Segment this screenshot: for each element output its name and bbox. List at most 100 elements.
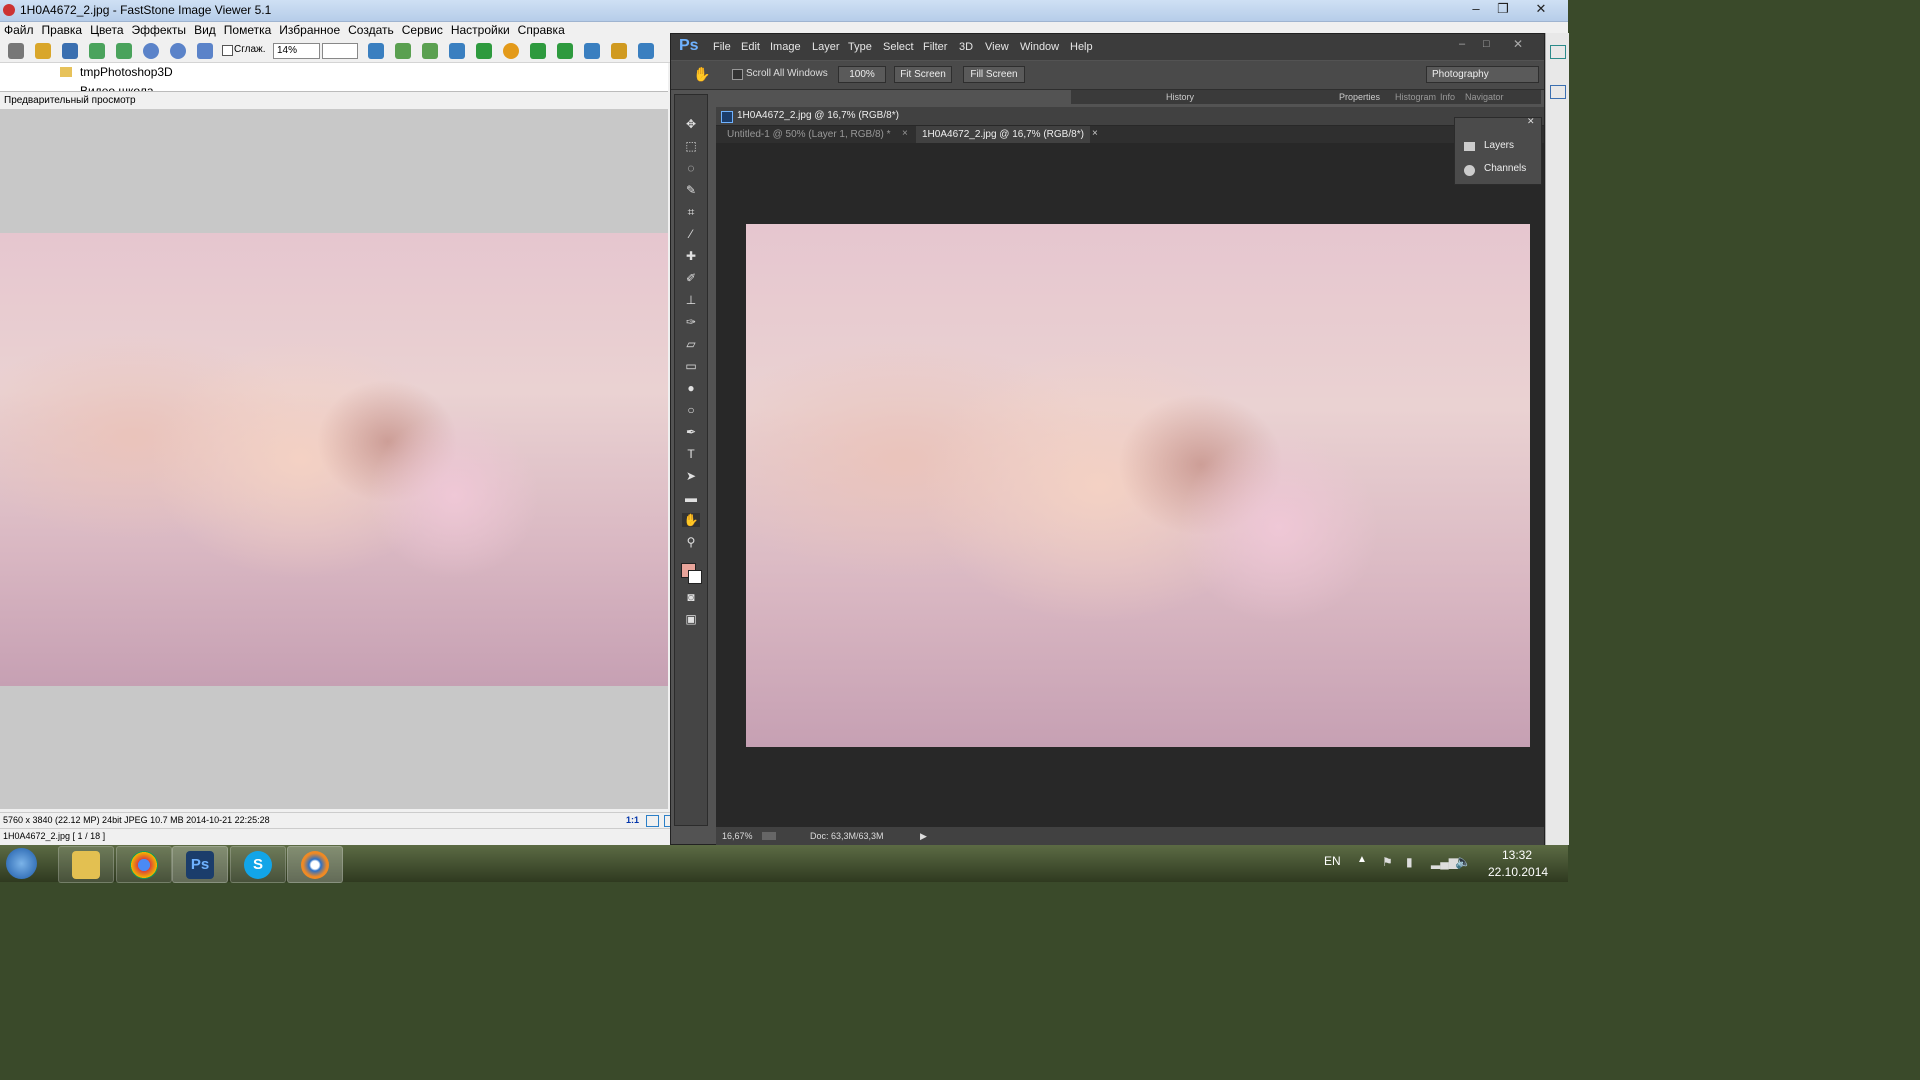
menu-file[interactable]: Файл: [0, 22, 38, 39]
menu-favorites[interactable]: Избранное: [275, 22, 344, 39]
ps-menu-type[interactable]: Type: [848, 41, 872, 53]
start-button[interactable]: [6, 848, 37, 879]
save-icon[interactable]: [62, 43, 78, 59]
taskbar-explorer[interactable]: [58, 846, 114, 883]
language-indicator[interactable]: EN: [1324, 854, 1341, 868]
taskbar-photoshop[interactable]: Ps: [172, 846, 228, 883]
tree-item-tmpphotoshop3d[interactable]: tmpPhotoshop3D: [80, 65, 173, 79]
tool-icon-8[interactable]: [611, 43, 627, 59]
shape-tool-icon[interactable]: ▬: [682, 491, 700, 505]
ps-menu-file[interactable]: File: [713, 41, 731, 53]
crop-tool-icon[interactable]: ⌗: [682, 205, 700, 219]
scan-icon[interactable]: [8, 43, 24, 59]
menu-colors[interactable]: Цвета: [86, 22, 127, 39]
close-button[interactable]: ✕: [1528, 0, 1554, 18]
tool-icon-2[interactable]: [395, 43, 411, 59]
tool-icon-5[interactable]: [476, 43, 492, 59]
hand-tool-active-icon[interactable]: ✋: [682, 513, 700, 527]
menu-tag[interactable]: Пометка: [220, 22, 276, 39]
tab-1h0a4672[interactable]: 1H0A4672_2.jpg @ 16,7% (RGB/8*): [916, 126, 1090, 143]
maximize-button[interactable]: ❐: [1490, 0, 1516, 18]
ratio-button[interactable]: 1:1: [626, 813, 639, 827]
eyedropper-tool-icon[interactable]: ⁄: [682, 227, 700, 241]
action-center-flag-icon[interactable]: ⚑: [1382, 855, 1393, 869]
zoom-status[interactable]: 16,67%: [722, 827, 753, 845]
zoom-select[interactable]: 14%: [273, 43, 320, 59]
ps-menu-image[interactable]: Image: [770, 41, 801, 53]
screen-mode-icon[interactable]: ▣: [682, 612, 700, 626]
quick-mask-icon[interactable]: ◙: [682, 590, 700, 604]
network-icon[interactable]: ▂▄▆: [1431, 855, 1458, 869]
hand-tool-icon[interactable]: ✋: [693, 66, 710, 83]
ps-menu-filter[interactable]: Filter: [923, 41, 947, 53]
info-tab[interactable]: Info: [1440, 92, 1455, 102]
workspace-select[interactable]: Photography: [1426, 66, 1539, 83]
navigator-tab[interactable]: Navigator: [1465, 92, 1504, 102]
rotate-right-icon[interactable]: [557, 43, 573, 59]
ps-minimize-button[interactable]: –: [1459, 38, 1465, 50]
quick-select-tool-icon[interactable]: ✎: [682, 183, 700, 197]
ps-restore-button[interactable]: □: [1483, 38, 1490, 50]
type-tool-icon[interactable]: T: [682, 447, 700, 461]
smoothing-checkbox[interactable]: [222, 45, 233, 56]
tool-icon-9[interactable]: [638, 43, 654, 59]
side-icon-2[interactable]: [1550, 85, 1566, 99]
layers-panel-item[interactable]: Layers: [1484, 140, 1514, 151]
show-hidden-icons-icon[interactable]: ▲: [1357, 854, 1367, 865]
preview-photo[interactable]: [0, 233, 668, 686]
tool-icon-4[interactable]: [449, 43, 465, 59]
zoom-100-button[interactable]: 100%: [838, 66, 886, 83]
tab-untitled-1[interactable]: Untitled-1 @ 50% (Layer 1, RGB/8) *: [721, 126, 897, 143]
menu-effects[interactable]: Эффекты: [128, 22, 191, 39]
ps-menu-3d[interactable]: 3D: [959, 41, 973, 53]
history-tab[interactable]: History: [1166, 92, 1194, 102]
ps-menu-window[interactable]: Window: [1020, 41, 1059, 53]
pen-tool-icon[interactable]: ✒: [682, 425, 700, 439]
tab-1h0a4672-close[interactable]: ×: [1092, 128, 1098, 139]
clock-date[interactable]: 22.10.2014: [1488, 865, 1548, 879]
history-brush-tool-icon[interactable]: ✑: [682, 315, 700, 329]
status-menu-arrow-icon[interactable]: ▶: [920, 827, 927, 845]
fit-screen-button[interactable]: Fit Screen: [894, 66, 952, 83]
zoom-out-icon[interactable]: [170, 43, 186, 59]
blur-tool-icon[interactable]: ●: [682, 381, 700, 395]
tool-icon-6[interactable]: [503, 43, 519, 59]
brush-tool-icon[interactable]: ✐: [682, 271, 700, 285]
ps-menu-edit[interactable]: Edit: [741, 41, 760, 53]
histogram-tab[interactable]: Histogram: [1395, 92, 1436, 102]
zoom-in-icon[interactable]: [143, 43, 159, 59]
channels-panel-item[interactable]: Channels: [1484, 163, 1526, 174]
gradient-tool-icon[interactable]: ▭: [682, 359, 700, 373]
path-select-tool-icon[interactable]: ➤: [682, 469, 700, 483]
ps-close-button[interactable]: ✕: [1513, 37, 1523, 51]
zoom-tool-icon[interactable]: ⚲: [682, 535, 700, 549]
taskbar-faststone[interactable]: [287, 846, 343, 883]
next-icon[interactable]: [116, 43, 132, 59]
stamp-tool-icon[interactable]: ⊥: [682, 293, 700, 307]
menu-tools[interactable]: Сервис: [398, 22, 447, 39]
move-tool-icon[interactable]: ✥: [682, 117, 700, 131]
minimize-button[interactable]: –: [1463, 0, 1489, 18]
open-folder-icon[interactable]: [35, 43, 51, 59]
taskbar-chrome[interactable]: [116, 846, 172, 883]
properties-tab[interactable]: Properties: [1339, 92, 1380, 102]
background-color-swatch[interactable]: [688, 570, 702, 584]
taskbar-skype[interactable]: S: [230, 846, 286, 883]
tree-item-partial[interactable]: Видео школа: [80, 82, 154, 91]
document-canvas-photo[interactable]: [746, 224, 1530, 747]
tool-icon-1[interactable]: [368, 43, 384, 59]
tab-untitled-close[interactable]: ×: [902, 128, 908, 139]
clock-time[interactable]: 13:32: [1502, 848, 1532, 862]
fit-window-icon[interactable]: [646, 815, 659, 827]
tool-icon-3[interactable]: [422, 43, 438, 59]
dodge-tool-icon[interactable]: ○: [682, 403, 700, 417]
volume-icon[interactable]: 🔈: [1455, 854, 1471, 870]
marquee-tool-icon[interactable]: ⬚: [682, 139, 700, 153]
menu-create[interactable]: Создать: [344, 22, 398, 39]
ps-menu-layer[interactable]: Layer: [812, 41, 840, 53]
rotate-left-icon[interactable]: [530, 43, 546, 59]
healing-tool-icon[interactable]: ✚: [682, 249, 700, 263]
menu-help[interactable]: Справка: [514, 22, 569, 39]
scroll-all-windows-checkbox[interactable]: [732, 69, 743, 80]
eraser-tool-icon[interactable]: ▱: [682, 337, 700, 351]
